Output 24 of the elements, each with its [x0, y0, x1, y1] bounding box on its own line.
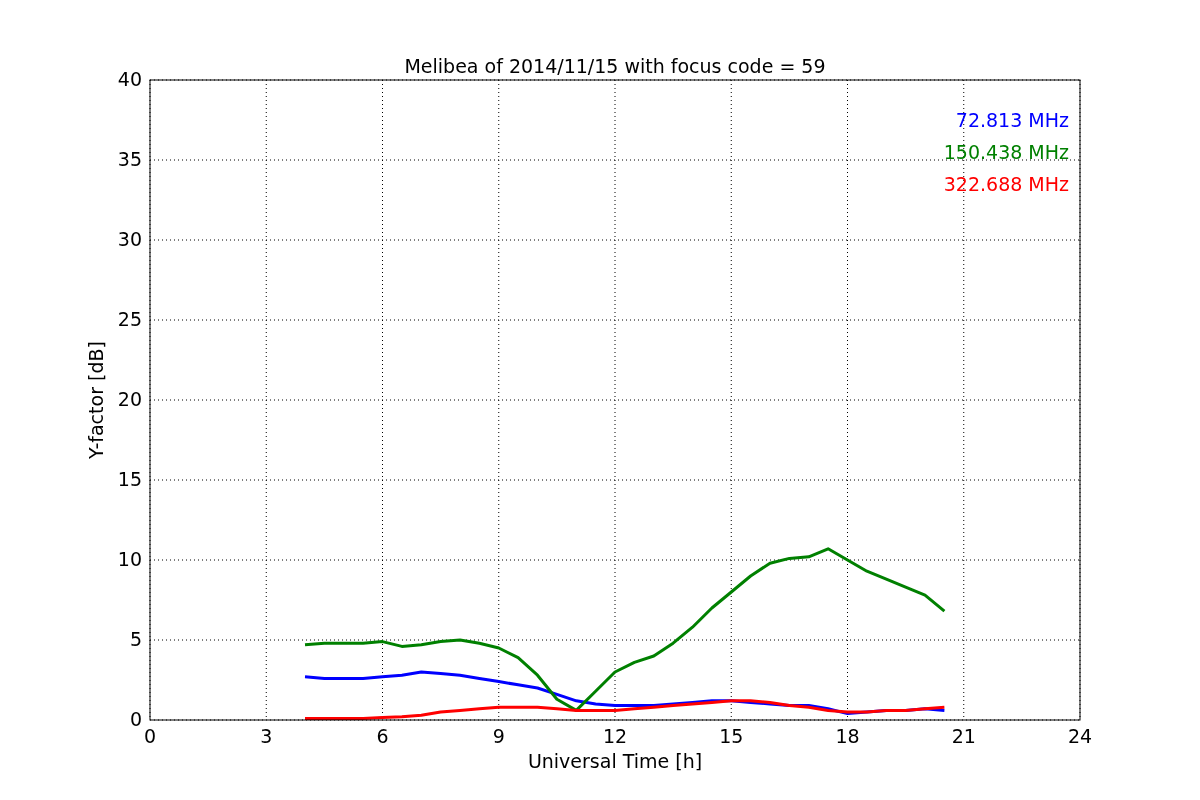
x-tick-label: 24: [1067, 725, 1093, 747]
x-tick-label: 18: [835, 725, 860, 747]
y-tick-label: 40: [117, 68, 142, 90]
x-tick-label: 0: [143, 725, 157, 747]
x-tick-label: 15: [719, 725, 744, 747]
y-tick-label: 20: [117, 388, 142, 410]
x-tick-label: 6: [376, 725, 389, 747]
y-tick-label: 25: [117, 308, 142, 330]
x-axis-label: Universal Time [h]: [527, 750, 703, 772]
y-tick-label: 10: [117, 548, 142, 570]
x-tick-label: 9: [492, 725, 505, 747]
chart-title: Melibea of 2014/11/15 with focus code = 59: [404, 55, 826, 77]
legend-label: 322.688 MHz: [943, 173, 1069, 195]
legend-label: 72.813 MHz: [955, 109, 1069, 131]
y-tick-label: 30: [117, 228, 142, 250]
x-tick-label: 3: [260, 725, 273, 747]
y-tick-label: 35: [117, 148, 142, 170]
y-axis-label: Y-factor [dB]: [85, 341, 107, 459]
x-tick-label: 12: [602, 725, 628, 747]
x-tick-label: 21: [951, 725, 976, 747]
y-tick-label: 0: [129, 708, 142, 730]
y-tick-label: 15: [117, 468, 142, 490]
y-tick-label: 5: [129, 628, 142, 650]
legend-label: 150.438 MHz: [943, 141, 1069, 163]
